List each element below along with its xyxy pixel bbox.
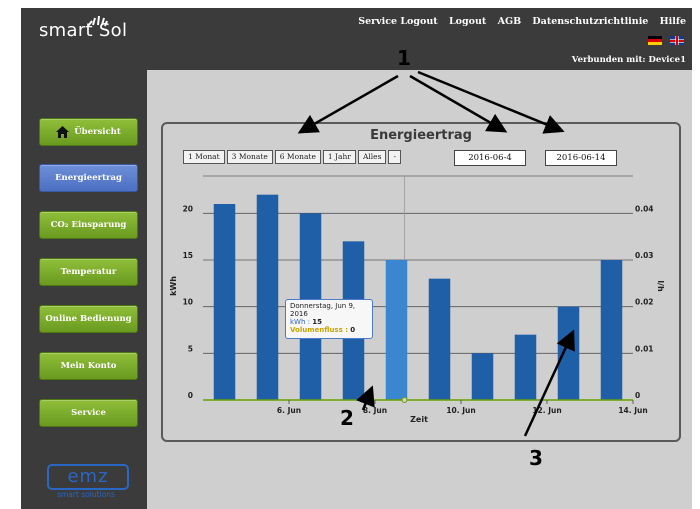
sidebar-item-co2-einsparung[interactable]: CO₂ Einsparung (39, 211, 138, 239)
y2-axis-label: l/h (656, 280, 665, 292)
chart-bar (471, 353, 494, 400)
sidebar-item-label: Übersicht (74, 127, 121, 137)
sidebar: Übersicht Energieertrag CO₂ Einsparung T… (21, 70, 147, 509)
sidebar-item-label: Mein Konto (60, 361, 117, 371)
smart-sol-logo: smart Sol (39, 15, 128, 41)
range-minus-button[interactable]: - (388, 150, 402, 164)
sidebar-item-mein-konto[interactable]: Mein Konto (39, 352, 138, 380)
range-1-month-button[interactable]: 1 Monat (183, 150, 225, 164)
help-link[interactable]: Hilfe (660, 16, 686, 27)
energy-bar-chart: 0 0 5 0.01 10 0.02 15 0.03 20 0.04 6. Jun 8. Jun 10.… (169, 175, 665, 424)
app-window: smart Sol Service Logout Logout AGB Date… (21, 8, 692, 509)
x-tick-label: 6. Jun (277, 406, 301, 415)
sun-rays-icon (87, 15, 108, 27)
sidebar-item-energieertrag[interactable]: Energieertrag (39, 164, 138, 192)
callout-2: 2 (340, 406, 354, 430)
x-tick-label: 10. Jun (446, 406, 475, 415)
connection-status: Verbunden mit: Device1 (572, 55, 686, 65)
service-logout-link[interactable]: Service Logout (358, 16, 437, 27)
sidebar-item-online-bedienung[interactable]: Online Bedienung (39, 305, 138, 333)
screenshot-frame: smart Sol Service Logout Logout AGB Date… (0, 0, 700, 509)
chart-bar (600, 260, 623, 400)
chart-bar (385, 260, 408, 400)
chart-panel: Energieertrag 1 Monat 3 Monate 6 Monate … (161, 122, 681, 442)
range-selector: 1 Monat 3 Monate 6 Monate 1 Jahr Alles - (183, 150, 403, 164)
callout-3: 3 (529, 446, 543, 470)
y2-tick-label: 0.01 (635, 344, 654, 353)
range-all-button[interactable]: Alles (357, 150, 387, 164)
sidebar-item-label: Online Bedienung (45, 314, 132, 324)
range-1-year-button[interactable]: 1 Jahr (322, 150, 356, 164)
y-tick-label: 0 (188, 391, 193, 400)
connected-device: Device1 (648, 55, 686, 65)
home-icon (56, 126, 70, 138)
emz-logo-subtitle: smart solutions (57, 490, 115, 499)
chart-title: Energieertrag (370, 128, 472, 143)
y-axis-label: kWh (169, 276, 178, 296)
y2-tick-label: 0.04 (635, 204, 654, 213)
sidebar-item-label: Temperatur (60, 267, 117, 277)
chart-bar (557, 306, 580, 400)
sidebar-item-uebersicht[interactable]: Übersicht (39, 118, 138, 146)
y-tick-label: 20 (183, 204, 193, 213)
sidebar-item-service[interactable]: Service (39, 399, 138, 427)
y-tick-label: 5 (188, 344, 193, 353)
tooltip-vol-value: 0 (350, 326, 356, 334)
range-6-months-button[interactable]: 6 Monate (274, 150, 321, 164)
x-tick-label: 8. Jun (363, 406, 387, 415)
sidebar-item-label: Service (71, 408, 106, 418)
chart-bar (514, 334, 537, 400)
y2-tick-label: 0.03 (635, 251, 654, 260)
x-tick-label: 14. Jun (618, 406, 647, 415)
callout-1: 1 (397, 46, 411, 70)
chart-bar (213, 204, 236, 400)
volumenfluss-point (401, 397, 408, 403)
sidebar-item-label: Energieertrag (55, 173, 122, 183)
agb-link[interactable]: AGB (498, 16, 522, 27)
connected-label: Verbunden mit: (571, 55, 646, 65)
y-tick-label: 15 (183, 251, 193, 260)
chart-bar (428, 278, 451, 400)
chart-ticks: 0 0 5 0.01 10 0.02 15 0.03 20 0.04 6. Jun 8. Jun 10.… (183, 204, 654, 415)
uk-flag-icon[interactable] (670, 36, 684, 45)
tooltip-date: Donnerstag, Jun 9, 2016 (290, 302, 356, 318)
range-3-months-button[interactable]: 3 Monate (226, 150, 273, 164)
tooltip-kwh-label: kWh : (290, 318, 310, 326)
top-bar: smart Sol Service Logout Logout AGB Date… (21, 8, 692, 70)
emz-logo-text: emz (47, 464, 129, 490)
sidebar-item-temperatur[interactable]: Temperatur (39, 258, 138, 286)
tooltip-vol-label: Volumenfluss : (290, 326, 348, 334)
y2-tick-label: 0 (635, 391, 640, 400)
logo-text: smart Sol (39, 20, 128, 41)
logout-link[interactable]: Logout (449, 16, 486, 27)
x-tick-label: 12. Jun (532, 406, 561, 415)
chart-bars (203, 194, 633, 403)
y-tick-label: 10 (183, 298, 193, 307)
emz-logo: emz smart solutions (41, 464, 131, 506)
date-to-input[interactable]: 2016-06-14 (545, 150, 617, 166)
privacy-link[interactable]: Datenschutzrichtlinie (532, 16, 648, 27)
language-flags (645, 36, 684, 55)
sidebar-item-label: CO₂ Einsparung (50, 220, 127, 230)
top-links: Service Logout Logout AGB Datenschutzric… (350, 16, 686, 27)
chart-tooltip: Donnerstag, Jun 9, 2016 kWh : 15 Volumen… (285, 299, 373, 339)
de-flag-icon[interactable] (647, 36, 662, 45)
tooltip-kwh-value: 15 (312, 318, 322, 326)
date-from-input[interactable]: 2016-06-4 (454, 150, 526, 166)
y2-tick-label: 0.02 (635, 298, 654, 307)
chart-bar (256, 194, 279, 400)
x-axis-label: Zeit (410, 415, 428, 424)
